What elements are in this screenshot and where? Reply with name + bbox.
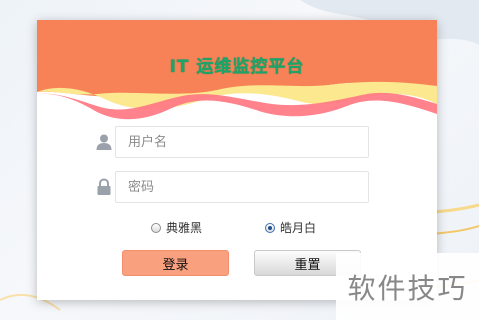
radio-button-checked[interactable]	[265, 222, 275, 233]
login-header: IT 运维监控平台	[37, 20, 437, 140]
user-icon	[96, 134, 112, 150]
lock-icon	[97, 178, 111, 195]
password-input[interactable]	[115, 171, 369, 203]
login-button[interactable]: 登录	[122, 250, 229, 276]
username-row	[37, 126, 437, 160]
theme-label-light: 皓月白	[280, 221, 317, 235]
theme-radio-light[interactable]: 皓月白	[265, 219, 316, 236]
radio-button[interactable]	[151, 222, 161, 233]
password-row	[37, 171, 437, 205]
theme-radio-dark[interactable]: 典雅黑	[151, 219, 202, 236]
theme-label-dark: 典雅黑	[166, 221, 203, 235]
page-title: IT 运维监控平台	[169, 57, 305, 77]
username-input[interactable]	[115, 126, 369, 158]
watermark: 软件技巧	[336, 253, 479, 320]
theme-selector: 典雅黑 皓月白	[37, 219, 437, 239]
